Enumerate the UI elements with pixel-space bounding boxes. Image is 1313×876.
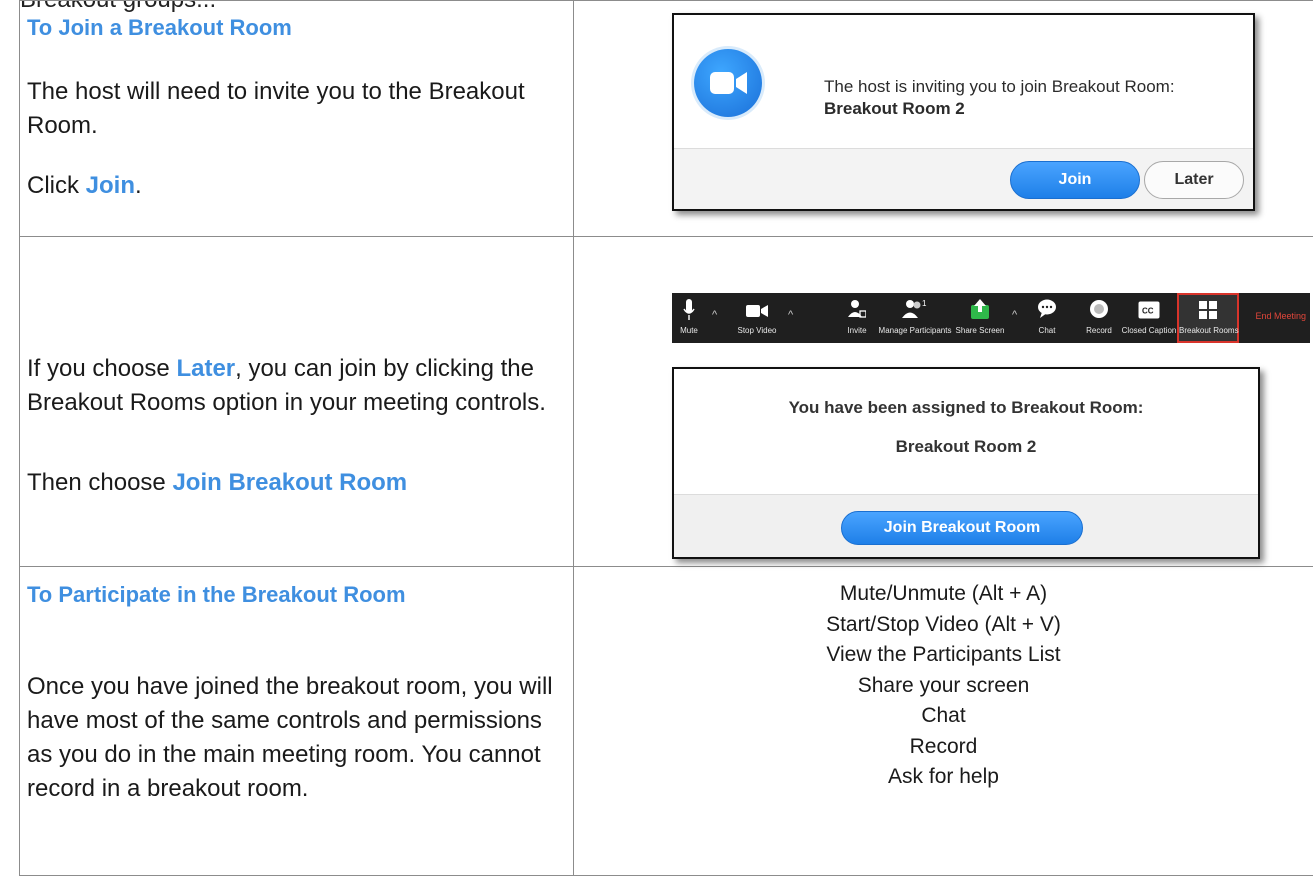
share-screen-control[interactable]: Share Screen xyxy=(954,293,1006,343)
join-breakout-room-button[interactable]: Join Breakout Room xyxy=(841,511,1083,545)
participate-para: Once you have joined the breakout room, … xyxy=(27,670,557,806)
share-options-caret-icon[interactable]: ^ xyxy=(1012,309,1017,321)
participant-count: 1 xyxy=(922,299,927,308)
later-row: If you choose Later, you can join by cli… xyxy=(20,237,1313,567)
closed-caption-control[interactable]: CC Closed Caption xyxy=(1121,293,1177,343)
then-choose-line: Then choose Join Breakout Room xyxy=(27,466,407,500)
breakout-rooms-control[interactable]: Breakout Rooms xyxy=(1177,293,1239,343)
video-camera-icon xyxy=(746,299,768,324)
participants-icon: 1 xyxy=(902,299,928,324)
share-screen-icon xyxy=(971,299,989,324)
control-item: View the Participants List xyxy=(574,640,1313,671)
join-row: To Join a Breakout Room The host will ne… xyxy=(20,1,1313,237)
control-item: Ask for help xyxy=(574,762,1313,793)
share-screen-label: Share Screen xyxy=(954,326,1006,335)
manage-participants-control[interactable]: 1 Manage Participants xyxy=(878,293,952,343)
control-item: Chat xyxy=(574,701,1313,732)
join-dialog-cell: The host is inviting you to join Breakou… xyxy=(574,1,1313,237)
assigned-room-name: Breakout Room 2 xyxy=(674,437,1258,457)
zoom-camera-icon xyxy=(694,49,762,117)
participate-instructions-cell: To Participate in the Breakout Room Once… xyxy=(20,567,574,876)
cc-badge-text: CC xyxy=(1142,307,1154,316)
breakout-controls-list: Mute/Unmute (Alt + A) Start/Stop Video (… xyxy=(574,579,1313,793)
later-instructions-cell: If you choose Later, you can join by cli… xyxy=(20,237,574,567)
mute-options-caret-icon[interactable]: ^ xyxy=(712,309,717,321)
mute-control[interactable]: Mute xyxy=(674,293,704,343)
record-icon xyxy=(1089,299,1109,324)
assigned-message: You have been assigned to Breakout Room: xyxy=(674,398,1258,418)
invite-label: Invite xyxy=(837,326,877,335)
invite-person-icon xyxy=(848,299,866,324)
later-button[interactable]: Later xyxy=(1144,161,1244,199)
breakout-rooms-grid-icon xyxy=(1199,301,1217,324)
stop-video-control[interactable]: Stop Video xyxy=(732,293,782,343)
control-item: Share your screen xyxy=(574,671,1313,702)
join-breakout-keyword: Join Breakout Room xyxy=(172,469,407,496)
controls-list-cell: Mute/Unmute (Alt + A) Start/Stop Video (… xyxy=(574,567,1313,876)
control-item: Record xyxy=(574,732,1313,763)
invite-room-name: Breakout Room 2 xyxy=(824,99,965,119)
closed-caption-label: Closed Caption xyxy=(1121,326,1177,335)
join-keyword: Join xyxy=(86,172,135,199)
later-keyword: Later xyxy=(176,355,235,382)
later-dialog-cell: Mute ^ Stop Video ^ Invite xyxy=(574,237,1313,567)
microphone-icon xyxy=(683,299,695,326)
end-meeting-button[interactable]: End Meeting xyxy=(1255,311,1306,321)
record-label: Record xyxy=(1079,326,1119,335)
later-para: If you choose Later, you can join by cli… xyxy=(27,352,567,420)
join-instructions-cell: To Join a Breakout Room The host will ne… xyxy=(20,1,574,237)
join-click-line: Click Join. xyxy=(27,169,142,203)
later-prefix: If you choose xyxy=(27,355,176,382)
mute-label: Mute xyxy=(674,326,704,335)
video-options-caret-icon[interactable]: ^ xyxy=(788,309,793,321)
manage-participants-label: Manage Participants xyxy=(878,326,952,335)
closed-caption-icon: CC xyxy=(1138,299,1160,324)
control-item: Mute/Unmute (Alt + A) xyxy=(574,579,1313,610)
invite-message: The host is inviting you to join Breakou… xyxy=(824,77,1175,97)
stop-video-label: Stop Video xyxy=(732,326,782,335)
click-prefix: Click xyxy=(27,172,86,199)
meeting-controls-toolbar: Mute ^ Stop Video ^ Invite xyxy=(672,293,1310,343)
join-para: The host will need to invite you to the … xyxy=(27,75,527,143)
breakout-rooms-label: Breakout Rooms xyxy=(1179,326,1237,335)
chat-control[interactable]: Chat xyxy=(1027,293,1067,343)
join-heading: To Join a Breakout Room xyxy=(27,15,292,41)
instructions-table: To Join a Breakout Room The host will ne… xyxy=(19,0,1313,876)
control-item: Start/Stop Video (Alt + V) xyxy=(574,610,1313,641)
record-control[interactable]: Record xyxy=(1079,293,1119,343)
invite-control[interactable]: Invite xyxy=(837,293,877,343)
join-button[interactable]: Join xyxy=(1010,161,1140,199)
click-suffix: . xyxy=(135,172,142,199)
participate-heading: To Participate in the Breakout Room xyxy=(27,582,406,608)
then-prefix: Then choose xyxy=(27,469,172,496)
invite-dialog: The host is inviting you to join Breakou… xyxy=(672,13,1255,211)
assigned-dialog: You have been assigned to Breakout Room:… xyxy=(672,367,1260,559)
participate-row: To Participate in the Breakout Room Once… xyxy=(20,567,1313,876)
chat-label: Chat xyxy=(1027,326,1067,335)
chat-bubble-icon xyxy=(1037,299,1057,324)
